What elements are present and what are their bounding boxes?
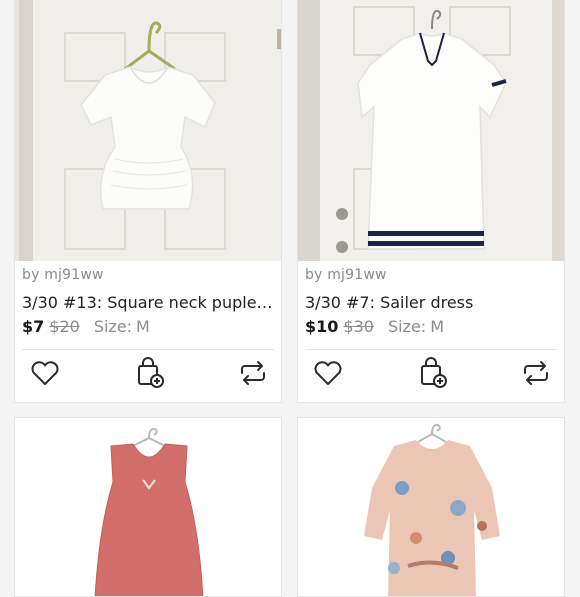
share-icon[interactable] xyxy=(518,355,554,391)
size-value: M xyxy=(430,317,444,336)
share-icon[interactable] xyxy=(235,355,271,391)
bag-add-icon[interactable] xyxy=(415,355,451,391)
size-label: Size: xyxy=(93,317,133,336)
size-label: Size: xyxy=(387,317,427,336)
seller-name[interactable]: by mj91ww xyxy=(305,267,387,283)
divider xyxy=(305,349,557,350)
size-value: M xyxy=(136,317,150,336)
divider xyxy=(22,349,274,350)
listing-actions xyxy=(15,355,281,395)
original-price: $30 xyxy=(343,317,374,336)
listing-title[interactable]: 3/30 #13: Square neck puple… xyxy=(22,293,277,312)
listing-photo[interactable] xyxy=(298,418,564,596)
listing-card[interactable]: by mj91ww 3/30 #7: Sailer dress $10 $30 Si… xyxy=(297,0,565,403)
listing-price: $10 xyxy=(305,317,339,336)
listing-photo[interactable] xyxy=(15,418,281,596)
bag-add-icon[interactable] xyxy=(132,355,168,391)
seller-name[interactable]: by mj91ww xyxy=(22,267,104,283)
listing-card[interactable] xyxy=(14,417,282,597)
listing-photo[interactable] xyxy=(298,0,564,261)
listing-card[interactable]: by mj91ww 3/30 #13: Square neck puple… $… xyxy=(14,0,282,403)
listing-price: $7 xyxy=(22,317,45,336)
original-price: $20 xyxy=(49,317,80,336)
listing-card[interactable] xyxy=(297,417,565,597)
listing-photo[interactable] xyxy=(15,0,281,261)
listing-actions xyxy=(298,355,564,395)
heart-icon[interactable] xyxy=(310,355,346,391)
listing-title[interactable]: 3/30 #7: Sailer dress xyxy=(305,293,560,312)
price-row: $7 $20 Size: M xyxy=(22,317,150,336)
heart-icon[interactable] xyxy=(27,355,63,391)
price-row: $10 $30 Size: M xyxy=(305,317,444,336)
